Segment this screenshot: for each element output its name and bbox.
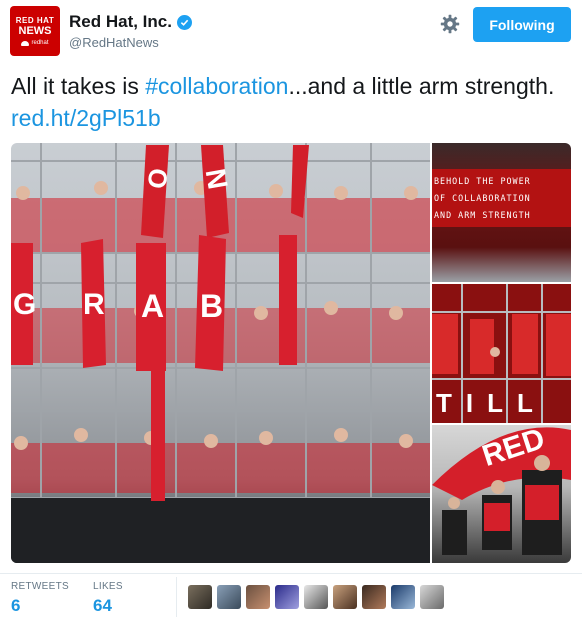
likes-stat[interactable]: LIKES 64 <box>93 581 123 616</box>
liker-avatar[interactable] <box>217 585 241 609</box>
tweet-text: All it takes is #collaboration...and a l… <box>11 70 571 134</box>
redhat-logo-icon <box>21 40 30 46</box>
stats-vertical-divider <box>176 577 177 617</box>
avatar-text-line2: NEWS <box>18 25 52 37</box>
tweet-url-link[interactable]: red.ht/2gPl51b <box>11 105 161 131</box>
account-name-row[interactable]: Red Hat, Inc. <box>69 12 192 32</box>
likes-count: 64 <box>93 596 112 615</box>
card-letter-n: N <box>199 166 234 192</box>
photo-letter-panels[interactable]: TILL <box>432 284 571 423</box>
media-grid: O N G R A B BEHOLD THE POWER OF COLLABOR… <box>11 143 571 563</box>
account-name[interactable]: Red Hat, Inc. <box>69 12 172 32</box>
photo-sign-power[interactable]: BEHOLD THE POWER OF COLLABORATION AND AR… <box>432 143 571 282</box>
liker-avatar[interactable] <box>304 585 328 609</box>
liker-avatars <box>188 585 444 609</box>
side-word-till: TILL <box>436 388 547 418</box>
likes-label: LIKES <box>93 581 123 592</box>
verified-badge-icon <box>176 14 192 30</box>
liker-avatar[interactable] <box>275 585 299 609</box>
liker-avatar[interactable] <box>420 585 444 609</box>
panel-letter-b: B <box>200 288 224 324</box>
avatar-text-line3: redhat <box>31 40 49 46</box>
tweet-text-end: ...and a little arm strength. <box>288 73 555 99</box>
sign-line-2: OF COLLABORATION <box>434 193 531 203</box>
liker-avatar[interactable] <box>333 585 357 609</box>
sign-line-1: BEHOLD THE POWER <box>434 176 531 186</box>
panel-letter-r: R <box>83 288 105 321</box>
avatar-text-line1: RED HAT <box>15 16 55 25</box>
following-button[interactable]: Following <box>473 7 571 42</box>
tweet-text-start: All it takes is <box>11 73 146 99</box>
retweets-count: 6 <box>11 596 21 615</box>
stats-divider <box>0 573 582 574</box>
panel-letter-g: G <box>13 288 37 321</box>
panel-letter-a: A <box>141 288 165 324</box>
photo-scaffold-crowd[interactable]: O N G R A B <box>11 143 430 563</box>
card-letter-o: O <box>141 165 175 191</box>
liker-avatar[interactable] <box>362 585 386 609</box>
liker-avatar[interactable] <box>188 585 212 609</box>
liker-avatar[interactable] <box>391 585 415 609</box>
liker-avatar[interactable] <box>246 585 270 609</box>
sign-line-3: AND ARM STRENGTH <box>434 210 531 220</box>
account-avatar[interactable]: RED HAT NEWS redhat <box>10 6 60 56</box>
gear-icon[interactable] <box>440 14 460 34</box>
photo-dome-people[interactable]: RED <box>432 422 571 563</box>
avatar-brand: redhat <box>21 40 49 46</box>
retweets-label: RETWEETS <box>11 581 69 592</box>
hashtag-link[interactable]: #collaboration <box>145 73 288 99</box>
retweets-stat[interactable]: RETWEETS 6 <box>11 581 69 616</box>
account-handle[interactable]: @RedHatNews <box>69 35 159 50</box>
